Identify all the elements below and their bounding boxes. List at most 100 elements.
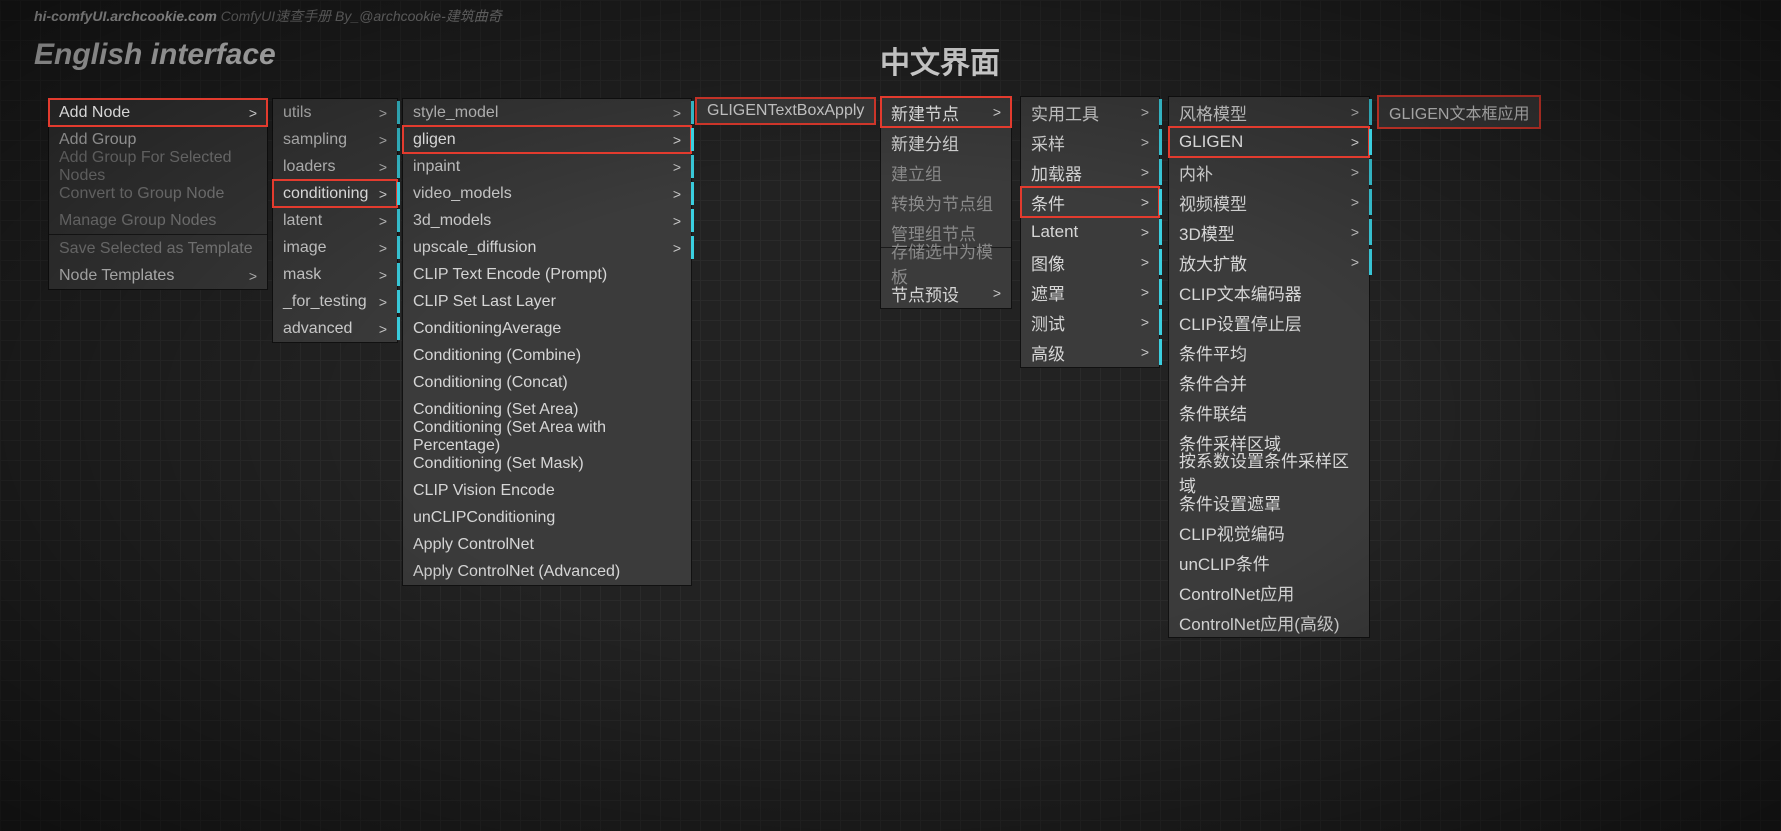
menu-item[interactable]: CLIP视觉编码	[1169, 517, 1369, 547]
menu-item[interactable]: gligen>	[403, 126, 691, 153]
menu-item[interactable]: ControlNet应用(高级)	[1169, 607, 1369, 637]
menu-item[interactable]: CLIP设置停止层	[1169, 307, 1369, 337]
menu-item[interactable]: conditioning>	[273, 180, 397, 207]
menu-item[interactable]: 节点预设>	[881, 278, 1011, 308]
menu-item[interactable]: Node Templates>	[49, 262, 267, 289]
menu-item[interactable]: 条件联结	[1169, 397, 1369, 427]
menu-item-label: ConditioningAverage	[413, 320, 561, 338]
menu-item[interactable]: Conditioning (Concat)	[403, 369, 691, 396]
menu-item-label: video_models	[413, 185, 512, 203]
context-menu-cn-1[interactable]: 新建节点>新建分组建立组转换为节点组管理组节点存储选中为模板节点预设>	[880, 96, 1012, 309]
chevron-right-icon: >	[673, 132, 681, 148]
menu-item[interactable]: GLIGEN>	[1169, 127, 1369, 157]
submenu-indicator	[397, 209, 400, 232]
menu-item[interactable]: unCLIP条件	[1169, 547, 1369, 577]
submenu-indicator	[691, 155, 694, 178]
chevron-right-icon: >	[1141, 164, 1149, 180]
menu-item[interactable]: 遮罩>	[1021, 277, 1159, 307]
menu-item[interactable]: inpaint>	[403, 153, 691, 180]
menu-item[interactable]: 内补>	[1169, 157, 1369, 187]
submenu-indicator	[1159, 249, 1162, 275]
menu-item[interactable]: 3d_models>	[403, 207, 691, 234]
menu-item[interactable]: Conditioning (Set Mask)	[403, 450, 691, 477]
menu-item[interactable]: sampling>	[273, 126, 397, 153]
submenu-indicator	[1369, 129, 1372, 155]
menu-item[interactable]: 条件平均	[1169, 337, 1369, 367]
context-menu-en-1[interactable]: Add Node>Add GroupAdd Group For Selected…	[48, 98, 268, 290]
menu-item-label: Save Selected as Template	[59, 240, 253, 258]
menu-item[interactable]: Add Node>	[49, 99, 267, 126]
menu-item[interactable]: 测试>	[1021, 307, 1159, 337]
menu-item-label: unCLIP条件	[1179, 550, 1270, 575]
result-node-en[interactable]: GLIGENTextBoxApply	[696, 98, 875, 124]
chevron-right-icon: >	[379, 105, 387, 121]
menu-item-label: 遮罩	[1031, 280, 1065, 305]
menu-item[interactable]: 放大扩散>	[1169, 247, 1369, 277]
menu-item[interactable]: 视频模型>	[1169, 187, 1369, 217]
menu-item[interactable]: latent>	[273, 207, 397, 234]
menu-item[interactable]: _for_testing>	[273, 288, 397, 315]
menu-item[interactable]: 加载器>	[1021, 157, 1159, 187]
menu-item-label: 节点预设	[891, 281, 959, 306]
menu-item[interactable]: 按系数设置条件采样区域	[1169, 457, 1369, 487]
menu-item[interactable]: advanced>	[273, 315, 397, 342]
menu-item[interactable]: 实用工具>	[1021, 97, 1159, 127]
menu-item[interactable]: CLIP Text Encode (Prompt)	[403, 261, 691, 288]
context-menu-en-2[interactable]: utils>sampling>loaders>conditioning>late…	[272, 98, 398, 343]
menu-item[interactable]: 转换为节点组	[881, 187, 1011, 217]
menu-item[interactable]: Convert to Group Node	[49, 180, 267, 207]
menu-item-label: 实用工具	[1031, 100, 1099, 125]
menu-item[interactable]: Conditioning (Set Area with Percentage)	[403, 423, 691, 450]
context-menu-en-3[interactable]: style_model>gligen>inpaint>video_models>…	[402, 98, 692, 586]
menu-item-label: upscale_diffusion	[413, 239, 536, 257]
menu-item[interactable]: Save Selected as Template	[49, 235, 267, 262]
menu-item[interactable]: CLIP Set Last Layer	[403, 288, 691, 315]
menu-item[interactable]: 图像>	[1021, 247, 1159, 277]
menu-item[interactable]: Apply ControlNet	[403, 531, 691, 558]
menu-item[interactable]: Latent>	[1021, 217, 1159, 247]
menu-item[interactable]: 条件>	[1021, 187, 1159, 217]
chevron-right-icon: >	[673, 159, 681, 175]
menu-item[interactable]: 风格模型>	[1169, 97, 1369, 127]
result-node-cn[interactable]: GLIGEN文本框应用	[1378, 96, 1540, 128]
menu-item[interactable]: unCLIPConditioning	[403, 504, 691, 531]
menu-item[interactable]: CLIP Vision Encode	[403, 477, 691, 504]
submenu-indicator	[1159, 189, 1162, 215]
menu-item[interactable]: 新建分组	[881, 127, 1011, 157]
menu-item[interactable]: 建立组	[881, 157, 1011, 187]
menu-item[interactable]: 高级>	[1021, 337, 1159, 367]
submenu-indicator	[1159, 129, 1162, 155]
menu-item[interactable]: style_model>	[403, 99, 691, 126]
menu-item-label: latent	[283, 212, 322, 230]
site-subtitle: ComfyUI速查手册 By_@archcookie-建筑曲奇	[221, 8, 502, 24]
menu-item[interactable]: 3D模型>	[1169, 217, 1369, 247]
menu-item[interactable]: Conditioning (Combine)	[403, 342, 691, 369]
menu-item[interactable]: ConditioningAverage	[403, 315, 691, 342]
menu-item[interactable]: video_models>	[403, 180, 691, 207]
menu-item[interactable]: 新建节点>	[881, 97, 1011, 127]
menu-item[interactable]: ControlNet应用	[1169, 577, 1369, 607]
menu-item[interactable]: Manage Group Nodes	[49, 207, 267, 234]
menu-item[interactable]: 条件合并	[1169, 367, 1369, 397]
menu-item[interactable]: Apply ControlNet (Advanced)	[403, 558, 691, 585]
context-menu-cn-3[interactable]: 风格模型>GLIGEN>内补>视频模型>3D模型>放大扩散>CLIP文本编码器C…	[1168, 96, 1370, 638]
menu-item[interactable]: utils>	[273, 99, 397, 126]
submenu-indicator	[397, 236, 400, 259]
context-menu-cn-2[interactable]: 实用工具>采样>加载器>条件>Latent>图像>遮罩>测试>高级>	[1020, 96, 1160, 368]
menu-item[interactable]: Add Group For Selected Nodes	[49, 153, 267, 180]
menu-item-label: image	[283, 239, 327, 257]
menu-item[interactable]: loaders>	[273, 153, 397, 180]
menu-item[interactable]: image >	[273, 234, 397, 261]
menu-item-label: 测试	[1031, 310, 1065, 335]
menu-item-label: 新建分组	[891, 130, 959, 155]
menu-item-label: CLIP Text Encode (Prompt)	[413, 266, 607, 284]
menu-item[interactable]: upscale_diffusion>	[403, 234, 691, 261]
chevron-right-icon: >	[379, 294, 387, 310]
menu-item[interactable]: mask>	[273, 261, 397, 288]
chevron-right-icon: >	[379, 240, 387, 256]
menu-item[interactable]: 采样>	[1021, 127, 1159, 157]
menu-item[interactable]: 存储选中为模板	[881, 248, 1011, 278]
chevron-right-icon: >	[1141, 134, 1149, 150]
menu-item[interactable]: CLIP文本编码器	[1169, 277, 1369, 307]
menu-item[interactable]: 条件设置遮罩	[1169, 487, 1369, 517]
